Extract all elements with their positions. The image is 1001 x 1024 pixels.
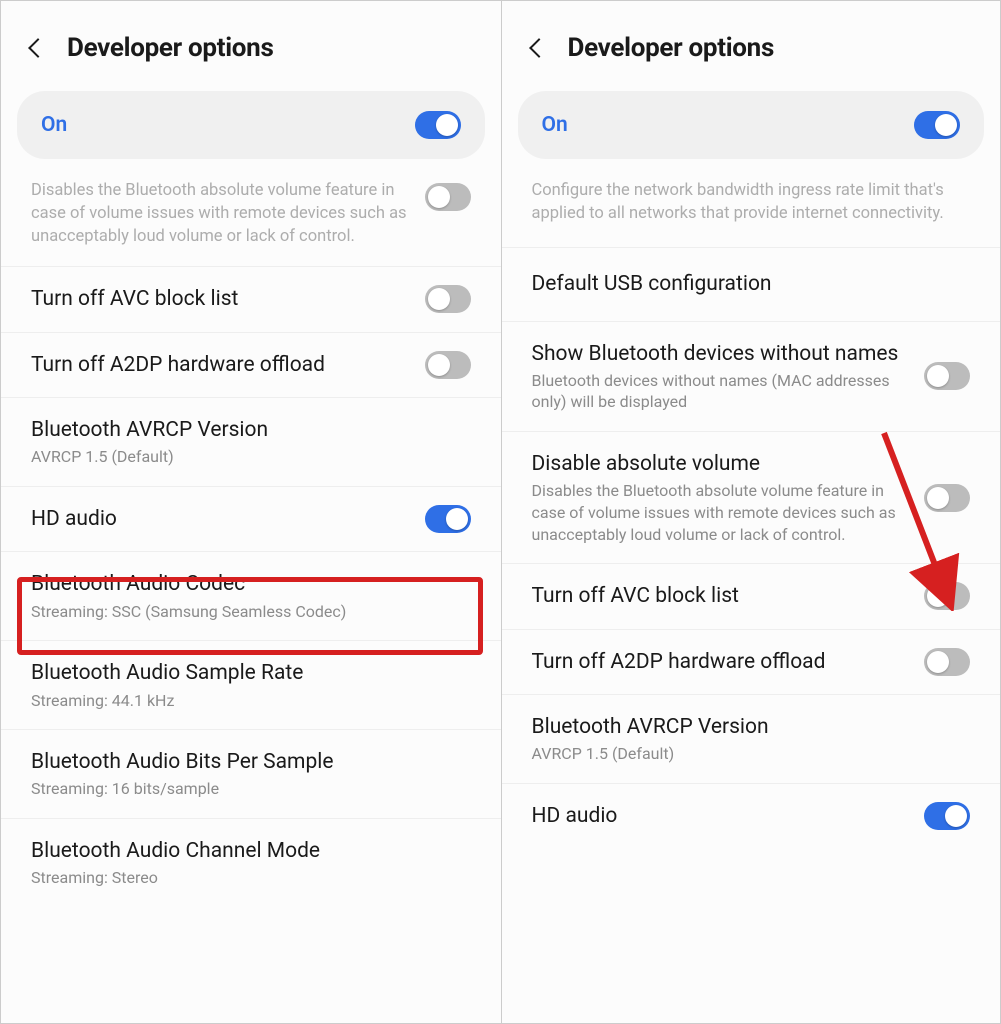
master-toggle-row[interactable]: On xyxy=(17,91,485,159)
setting-label: Show Bluetooth devices without names xyxy=(532,340,913,368)
header: Developer options xyxy=(1,1,501,91)
setting-sub: Bluetooth devices without names (MAC add… xyxy=(532,370,913,413)
setting-hd-audio[interactable]: HD audio xyxy=(1,487,501,552)
back-icon[interactable] xyxy=(529,38,549,58)
master-toggle-row[interactable]: On xyxy=(518,91,985,159)
setting-label: Default USB configuration xyxy=(532,270,959,298)
setting-avrcp-version[interactable]: Bluetooth AVRCP Version AVRCP 1.5 (Defau… xyxy=(502,695,1001,784)
setting-a2dp-offload[interactable]: Turn off A2DP hardware offload xyxy=(502,630,1001,695)
partial-description: Disables the Bluetooth absolute volume f… xyxy=(31,179,425,248)
setting-sub: Disables the Bluetooth absolute volume f… xyxy=(532,480,913,545)
setting-toggle[interactable] xyxy=(924,362,970,390)
setting-toggle[interactable] xyxy=(924,484,970,512)
setting-sub: Streaming: 44.1 kHz xyxy=(31,690,459,712)
settings-list: Configure the network bandwidth ingress … xyxy=(502,169,1001,1023)
page-title: Developer options xyxy=(67,33,274,63)
setting-bits-per-sample[interactable]: Bluetooth Audio Bits Per Sample Streamin… xyxy=(1,730,501,819)
settings-list: Disables the Bluetooth absolute volume f… xyxy=(1,169,501,1023)
partial-toggle[interactable] xyxy=(425,183,471,211)
setting-sample-rate[interactable]: Bluetooth Audio Sample Rate Streaming: 4… xyxy=(1,641,501,730)
setting-label: Bluetooth Audio Codec xyxy=(31,570,459,598)
partial-description: Configure the network bandwidth ingress … xyxy=(532,179,971,225)
master-toggle-label: On xyxy=(41,113,67,137)
setting-avrcp-version[interactable]: Bluetooth AVRCP Version AVRCP 1.5 (Defau… xyxy=(1,398,501,487)
setting-label: Turn off AVC block list xyxy=(532,582,913,610)
setting-label: Bluetooth AVRCP Version xyxy=(31,416,459,444)
setting-avc-block[interactable]: Turn off AVC block list xyxy=(1,267,501,332)
setting-usb-config[interactable]: Default USB configuration xyxy=(502,248,1001,321)
setting-label: Disable absolute volume xyxy=(532,450,913,478)
setting-sub: AVRCP 1.5 (Default) xyxy=(31,446,459,468)
setting-label: HD audio xyxy=(532,802,913,830)
setting-a2dp-offload[interactable]: Turn off A2DP hardware offload xyxy=(1,333,501,398)
setting-label: Bluetooth Audio Sample Rate xyxy=(31,659,459,687)
setting-hd-audio[interactable]: HD audio xyxy=(502,784,1001,858)
setting-bt-no-names[interactable]: Show Bluetooth devices without names Blu… xyxy=(502,322,1001,433)
setting-sub: Streaming: SSC (Samsung Seamless Codec) xyxy=(31,601,459,623)
master-toggle-label: On xyxy=(542,113,568,137)
setting-label: Turn off A2DP hardware offload xyxy=(31,351,413,379)
master-toggle[interactable] xyxy=(415,111,461,139)
back-icon[interactable] xyxy=(28,38,48,58)
setting-toggle[interactable] xyxy=(924,802,970,830)
setting-toggle[interactable] xyxy=(924,648,970,676)
setting-channel-mode[interactable]: Bluetooth Audio Channel Mode Streaming: … xyxy=(1,819,501,907)
setting-toggle[interactable] xyxy=(425,285,471,313)
setting-toggle[interactable] xyxy=(425,351,471,379)
setting-sub: Streaming: 16 bits/sample xyxy=(31,778,459,800)
partial-setting-top: Disables the Bluetooth absolute volume f… xyxy=(1,169,501,267)
setting-avc-block[interactable]: Turn off AVC block list xyxy=(502,564,1001,629)
setting-label: Turn off AVC block list xyxy=(31,285,413,313)
setting-label: Bluetooth Audio Bits Per Sample xyxy=(31,748,459,776)
setting-audio-codec[interactable]: Bluetooth Audio Codec Streaming: SSC (Sa… xyxy=(1,552,501,641)
setting-label: Bluetooth Audio Channel Mode xyxy=(31,837,459,865)
setting-label: Turn off A2DP hardware offload xyxy=(532,648,913,676)
master-toggle[interactable] xyxy=(914,111,960,139)
setting-toggle[interactable] xyxy=(425,505,471,533)
page-title: Developer options xyxy=(568,33,775,63)
partial-setting-top: Configure the network bandwidth ingress … xyxy=(502,169,1001,248)
setting-toggle[interactable] xyxy=(924,582,970,610)
left-panel: Developer options On Disables the Blueto… xyxy=(1,1,501,1023)
setting-sub: AVRCP 1.5 (Default) xyxy=(532,743,959,765)
header: Developer options xyxy=(502,1,1001,91)
setting-sub: Streaming: Stereo xyxy=(31,867,459,889)
setting-label: HD audio xyxy=(31,505,413,533)
right-panel: Developer options On Configure the netwo… xyxy=(501,1,1001,1023)
setting-label: Bluetooth AVRCP Version xyxy=(532,713,959,741)
setting-disable-absolute-volume[interactable]: Disable absolute volume Disables the Blu… xyxy=(502,432,1001,564)
